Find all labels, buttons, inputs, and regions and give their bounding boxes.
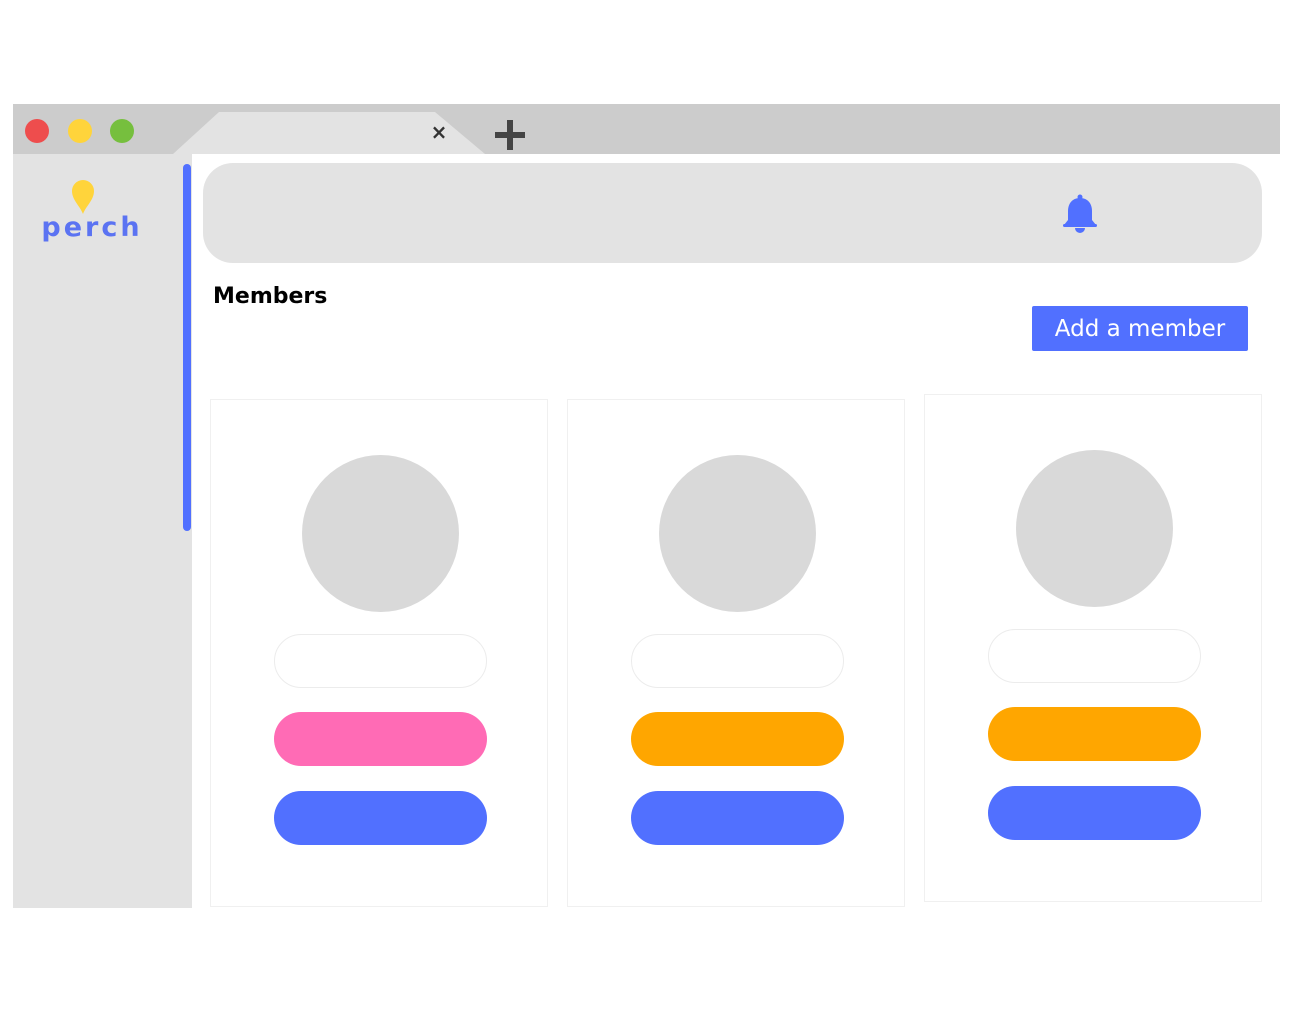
member-name-field (274, 634, 487, 688)
member-card (210, 399, 548, 907)
member-name-field (988, 629, 1201, 683)
member-role-badge[interactable] (631, 712, 844, 766)
page-title: Members (213, 284, 328, 309)
maximize-window-button[interactable] (110, 119, 134, 143)
avatar (1016, 450, 1173, 607)
sidebar: perch (13, 154, 192, 908)
avatar (659, 455, 816, 612)
member-action-button[interactable] (988, 786, 1201, 840)
browser-tab[interactable]: × (173, 112, 487, 154)
title-bar: × (13, 104, 1280, 154)
browser-window: × perch Members Add a member (13, 104, 1280, 908)
add-member-button[interactable]: Add a member (1032, 306, 1248, 351)
top-header-bar (203, 163, 1262, 263)
member-card (567, 399, 905, 907)
member-action-button[interactable] (631, 791, 844, 845)
logo-pin-icon (71, 180, 95, 214)
member-action-button[interactable] (274, 791, 487, 845)
scrollbar[interactable] (183, 164, 191, 531)
member-card (924, 394, 1262, 902)
member-role-badge[interactable] (274, 712, 487, 766)
plus-icon[interactable] (493, 118, 527, 152)
member-name-field (631, 634, 844, 688)
avatar (302, 455, 459, 612)
bell-icon[interactable] (1061, 194, 1099, 234)
logo-text[interactable]: perch (13, 212, 171, 243)
member-role-badge[interactable] (988, 707, 1201, 761)
close-window-button[interactable] (25, 119, 49, 143)
close-icon[interactable]: × (429, 120, 449, 144)
minimize-window-button[interactable] (68, 119, 92, 143)
